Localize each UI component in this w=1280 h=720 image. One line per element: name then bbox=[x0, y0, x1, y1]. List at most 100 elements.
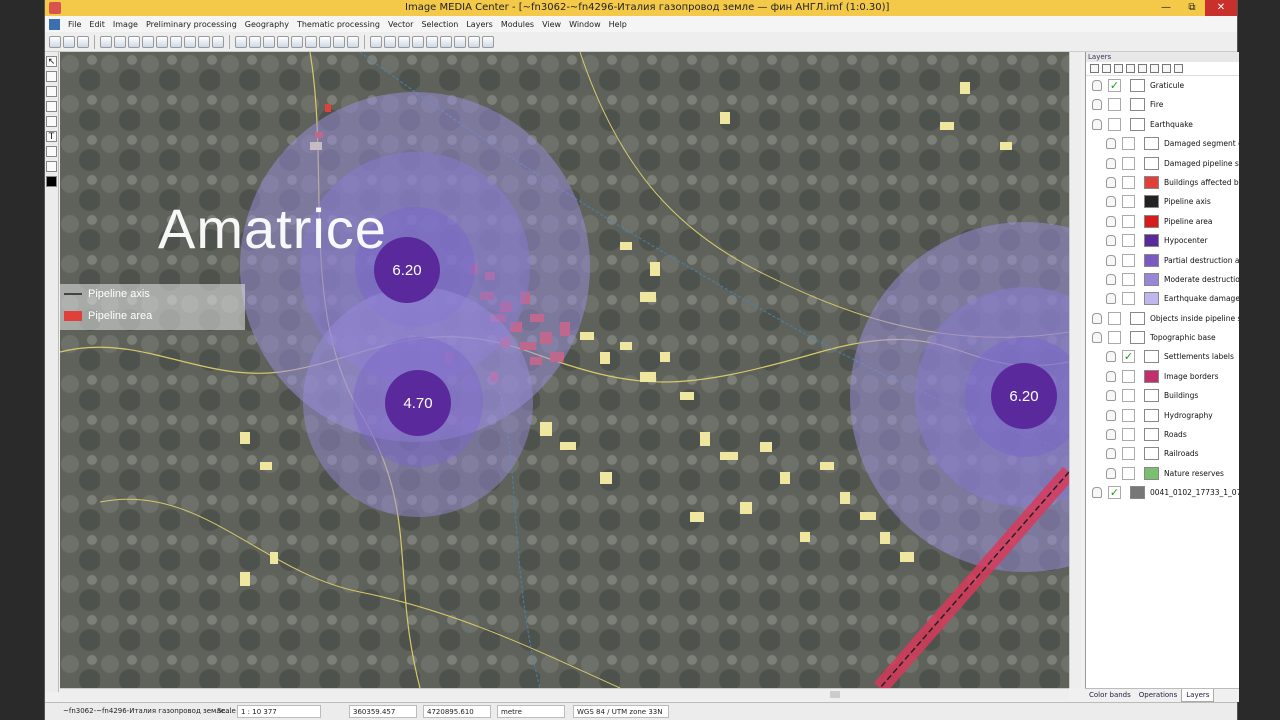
layer-row[interactable]: Buildings bbox=[1086, 386, 1239, 405]
visibility-bulb-icon[interactable] bbox=[1106, 254, 1116, 266]
copy-icon[interactable] bbox=[142, 35, 154, 48]
background-color-icon[interactable] bbox=[46, 161, 57, 172]
layer-checkbox[interactable] bbox=[1122, 214, 1135, 228]
warning-icon[interactable] bbox=[482, 35, 494, 48]
minimize-button[interactable]: — bbox=[1153, 0, 1179, 16]
menu-view[interactable]: View bbox=[538, 20, 565, 29]
crs-field[interactable]: WGS 84 / UTM zone 33N bbox=[573, 705, 669, 718]
foreground-color-icon[interactable] bbox=[46, 176, 57, 187]
layer-checkbox[interactable] bbox=[1108, 311, 1121, 325]
visibility-bulb-icon[interactable] bbox=[1106, 273, 1116, 285]
layer-checkbox[interactable]: ✓ bbox=[1108, 486, 1121, 500]
layer-checkbox[interactable] bbox=[1122, 389, 1135, 403]
zoom-in-icon[interactable] bbox=[249, 35, 261, 48]
move-down-icon[interactable] bbox=[1126, 64, 1135, 73]
menu-modules[interactable]: Modules bbox=[497, 20, 538, 29]
layer-row[interactable]: Pipeline area bbox=[1086, 212, 1239, 231]
layer-row[interactable]: Nature reserves bbox=[1086, 464, 1239, 483]
layer-row[interactable]: Pipeline axis bbox=[1086, 192, 1239, 211]
pointer-icon[interactable] bbox=[398, 35, 410, 48]
layer-checkbox[interactable] bbox=[1122, 234, 1135, 248]
layer-row[interactable]: Fire bbox=[1086, 95, 1239, 114]
layer-row[interactable]: Topographic base bbox=[1086, 328, 1239, 347]
layer-checkbox[interactable] bbox=[1122, 466, 1135, 480]
layer-row[interactable]: Railroads bbox=[1086, 444, 1239, 463]
tab-operations[interactable]: Operations bbox=[1135, 689, 1181, 702]
visibility-bulb-icon[interactable] bbox=[1092, 118, 1102, 130]
window-icon[interactable] bbox=[235, 35, 247, 48]
filter-icon[interactable] bbox=[1150, 64, 1159, 73]
menu-thematic-processing[interactable]: Thematic processing bbox=[293, 20, 384, 29]
lasso-icon[interactable] bbox=[426, 35, 438, 48]
layer-row[interactable]: ✓ Settlements labels bbox=[1086, 347, 1239, 366]
layer-checkbox[interactable] bbox=[1122, 292, 1135, 306]
menu-vector[interactable]: Vector bbox=[384, 20, 418, 29]
layer-row[interactable]: ✓ Graticule bbox=[1086, 76, 1239, 95]
info-icon[interactable] bbox=[212, 35, 224, 48]
horizontal-scrollbar[interactable] bbox=[60, 688, 1069, 700]
save-icon[interactable] bbox=[77, 35, 89, 48]
crop-icon[interactable] bbox=[440, 35, 452, 48]
visibility-bulb-icon[interactable] bbox=[1092, 312, 1102, 324]
tab-layers[interactable]: Layers bbox=[1181, 689, 1215, 702]
visibility-bulb-icon[interactable] bbox=[1106, 429, 1116, 441]
properties-icon[interactable] bbox=[1138, 64, 1147, 73]
lasso-tool-icon[interactable] bbox=[46, 86, 57, 97]
map-view[interactable]: Amatrice Pipeline axis Pipeline area 6.2… bbox=[60, 52, 1069, 688]
layer-checkbox[interactable] bbox=[1122, 369, 1135, 383]
menu-image[interactable]: Image bbox=[109, 20, 142, 29]
arrow-tool-icon[interactable]: ↖ bbox=[46, 56, 57, 67]
layer-row[interactable]: Partial destruction a bbox=[1086, 251, 1239, 270]
visibility-bulb-icon[interactable] bbox=[1106, 409, 1116, 421]
layer-checkbox[interactable] bbox=[1122, 195, 1135, 209]
visibility-bulb-icon[interactable] bbox=[1106, 176, 1116, 188]
tab-color-bands[interactable]: Color bands bbox=[1085, 689, 1135, 702]
visibility-bulb-icon[interactable] bbox=[1106, 196, 1116, 208]
menu-layers[interactable]: Layers bbox=[462, 20, 496, 29]
menu-file[interactable]: File bbox=[64, 20, 85, 29]
visibility-bulb-icon[interactable] bbox=[1092, 487, 1102, 499]
redo-icon[interactable] bbox=[114, 35, 126, 48]
cut-icon[interactable] bbox=[128, 35, 140, 48]
layer-checkbox[interactable]: ✓ bbox=[1122, 350, 1135, 364]
layer-checkbox[interactable] bbox=[1122, 253, 1135, 267]
globe-icon[interactable] bbox=[184, 35, 196, 48]
layer-row[interactable]: Damaged segment o bbox=[1086, 134, 1239, 153]
layer-checkbox[interactable] bbox=[1108, 98, 1121, 112]
undo-icon[interactable] bbox=[100, 35, 112, 48]
layer-checkbox[interactable] bbox=[1122, 175, 1135, 189]
menu-preliminary-processing[interactable]: Preliminary processing bbox=[142, 20, 241, 29]
layer-checkbox[interactable] bbox=[1122, 272, 1135, 286]
visibility-bulb-icon[interactable] bbox=[1106, 138, 1116, 150]
layer-row[interactable]: Damaged pipeline se bbox=[1086, 154, 1239, 173]
line-tool-icon[interactable] bbox=[46, 101, 57, 112]
layer-row[interactable]: Buildings affected b bbox=[1086, 173, 1239, 192]
paste-icon[interactable] bbox=[156, 35, 168, 48]
visibility-bulb-icon[interactable] bbox=[1092, 332, 1102, 344]
chart-icon[interactable] bbox=[333, 35, 345, 48]
restore-button[interactable]: ⧉ bbox=[1179, 0, 1205, 16]
visibility-bulb-icon[interactable] bbox=[1106, 370, 1116, 382]
layer-row[interactable]: Hypocenter bbox=[1086, 231, 1239, 250]
visibility-bulb-icon[interactable] bbox=[1106, 467, 1116, 479]
layer-row[interactable]: ✓ 0041_0102_17733_1_07772_0 bbox=[1086, 483, 1239, 502]
measure-icon[interactable] bbox=[384, 35, 396, 48]
close-button[interactable]: ✕ bbox=[1205, 0, 1237, 16]
layer-row[interactable]: Hydrography bbox=[1086, 406, 1239, 425]
layer-checkbox[interactable] bbox=[1122, 428, 1135, 442]
layer-checkbox[interactable]: ✓ bbox=[1108, 79, 1121, 92]
text-tool-icon[interactable]: T bbox=[46, 131, 57, 142]
menu-window[interactable]: Window bbox=[565, 20, 605, 29]
menu-selection[interactable]: Selection bbox=[417, 20, 462, 29]
layer-row[interactable]: Objects inside pipeline sec bbox=[1086, 309, 1239, 328]
visibility-bulb-icon[interactable] bbox=[1106, 157, 1116, 169]
layer-row[interactable]: Moderate destructio bbox=[1086, 270, 1239, 289]
layer-row[interactable]: Roads bbox=[1086, 425, 1239, 444]
scale-field[interactable]: 1 : 10 377 bbox=[237, 705, 321, 718]
layers-icon[interactable] bbox=[305, 35, 317, 48]
new-icon[interactable] bbox=[49, 35, 61, 48]
document-icon[interactable] bbox=[49, 18, 60, 30]
grid-icon[interactable] bbox=[291, 35, 303, 48]
move-up-icon[interactable] bbox=[1114, 64, 1123, 73]
title-bar[interactable]: Image MEDIA Center - [~fn3062-~fn4296-Ит… bbox=[45, 0, 1237, 16]
